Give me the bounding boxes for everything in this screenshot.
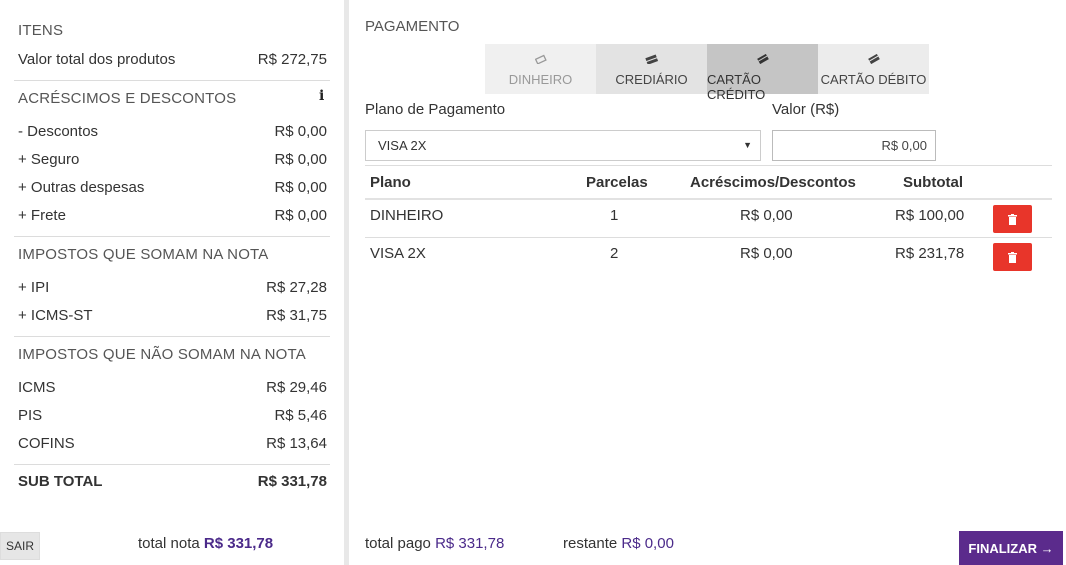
row-label: PIS bbox=[18, 407, 43, 424]
row-value: R$ 5,46 bbox=[274, 407, 327, 424]
cash-stack-icon bbox=[644, 54, 659, 68]
row-label: + Frete bbox=[18, 207, 66, 224]
pis-row: PIS R$ 5,46 bbox=[18, 407, 327, 424]
payment-tabs: DINHEIRO CREDIÁRIO CARTÃO CRÉDITO CARTÃO… bbox=[485, 44, 929, 102]
row-label: + Seguro bbox=[18, 151, 80, 168]
row-value: R$ 29,46 bbox=[266, 379, 327, 396]
tab-cartao-debito[interactable]: CARTÃO DÉBITO bbox=[818, 44, 929, 94]
tab-label: CREDIÁRIO bbox=[615, 72, 688, 87]
header-parcelas: Parcelas bbox=[586, 174, 648, 191]
plano-label: Plano de Pagamento bbox=[365, 101, 506, 118]
seguro-row: + Seguro R$ 0,00 bbox=[18, 151, 327, 168]
tab-label: DINHEIRO bbox=[508, 72, 573, 87]
tab-dinheiro[interactable]: DINHEIRO bbox=[485, 44, 596, 94]
debit-card-icon bbox=[867, 53, 880, 68]
pagamento-title: PAGAMENTO bbox=[365, 18, 460, 35]
trash-icon bbox=[1008, 251, 1017, 263]
row-value: R$ 0,00 bbox=[274, 207, 327, 224]
row-label: COFINS bbox=[18, 435, 75, 452]
tab-label: CARTÃO DÉBITO bbox=[820, 72, 927, 87]
icms-row: ICMS R$ 29,46 bbox=[18, 379, 327, 396]
delete-button[interactable] bbox=[993, 243, 1032, 271]
divider bbox=[14, 236, 330, 237]
restante-value: R$ 0,00 bbox=[621, 535, 674, 552]
row-value: R$ 27,28 bbox=[266, 279, 327, 296]
row-label: + Outras despesas bbox=[18, 179, 145, 196]
row-acrescimos: R$ 0,00 bbox=[740, 245, 793, 262]
row-label: + IPI bbox=[18, 279, 50, 296]
caret-down-icon: ▼ bbox=[743, 140, 752, 150]
restante-label: restante bbox=[563, 535, 618, 552]
divider bbox=[14, 80, 330, 81]
sub-total-label: SUB TOTAL bbox=[18, 473, 103, 490]
divider bbox=[14, 464, 330, 465]
descontos-row: - Descontos R$ 0,00 bbox=[18, 123, 327, 140]
valor-total-value: R$ 272,75 bbox=[257, 51, 327, 68]
sub-total-row: SUB TOTAL R$ 331,78 bbox=[18, 473, 327, 490]
restante: restante R$ 0,00 bbox=[563, 535, 674, 552]
row-label: ICMS bbox=[18, 379, 56, 396]
outras-despesas-row: + Outras despesas R$ 0,00 bbox=[18, 179, 327, 196]
table-top-border bbox=[365, 165, 1052, 166]
row-value: R$ 31,75 bbox=[266, 307, 327, 324]
tab-label: CARTÃO CRÉDITO bbox=[707, 72, 766, 102]
row-parcelas: 1 bbox=[610, 207, 619, 224]
sair-button[interactable]: SAIR bbox=[0, 532, 40, 560]
total-pago-label: total pago bbox=[365, 535, 431, 552]
icms-st-row: + ICMS-ST R$ 31,75 bbox=[18, 307, 327, 324]
valor-input[interactable]: R$ 0,00 bbox=[772, 130, 936, 161]
row-subtotal: R$ 231,78 bbox=[895, 245, 965, 262]
frete-row: + Frete R$ 0,00 bbox=[18, 207, 327, 224]
ipi-row: + IPI R$ 27,28 bbox=[18, 279, 327, 296]
valor-total-label: Valor total dos produtos bbox=[18, 51, 176, 68]
valor-label: Valor (R$) bbox=[772, 101, 840, 118]
total-nota: total nota R$ 331,78 bbox=[138, 535, 273, 552]
trash-icon bbox=[1008, 213, 1017, 225]
row-label: - Descontos bbox=[18, 123, 99, 140]
divider bbox=[14, 336, 330, 337]
panel-divider bbox=[344, 0, 349, 565]
total-pago: total pago R$ 331,78 bbox=[365, 535, 504, 552]
cofins-row: COFINS R$ 13,64 bbox=[18, 435, 327, 452]
summary-panel: ITENS Valor total dos produtos R$ 272,75… bbox=[0, 0, 344, 565]
row-plano: VISA 2X bbox=[370, 245, 426, 262]
header-plano: Plano bbox=[370, 174, 411, 191]
row-value: R$ 0,00 bbox=[274, 179, 327, 196]
finalizar-button[interactable]: FINALIZAR → bbox=[959, 531, 1063, 565]
total-nota-label: total nota bbox=[138, 535, 200, 552]
header-acrescimos: Acréscimos/Descontos bbox=[690, 174, 856, 191]
row-divider bbox=[365, 237, 1052, 238]
row-value: R$ 0,00 bbox=[274, 151, 327, 168]
row-subtotal: R$ 100,00 bbox=[895, 207, 965, 224]
impostos-somam-title: IMPOSTOS QUE SOMAM NA NOTA bbox=[18, 246, 269, 263]
plano-select-value: VISA 2X bbox=[378, 138, 427, 153]
header-subtotal: Subtotal bbox=[903, 174, 963, 191]
row-parcelas: 2 bbox=[610, 245, 619, 262]
table-header-border bbox=[365, 198, 1052, 200]
itens-title: ITENS bbox=[18, 22, 64, 39]
row-value: R$ 13,64 bbox=[266, 435, 327, 452]
info-icon[interactable]: i bbox=[319, 88, 324, 104]
tab-cartao-credito[interactable]: CARTÃO CRÉDITO bbox=[707, 44, 818, 102]
sub-total-value: R$ 331,78 bbox=[257, 473, 327, 490]
impostos-nao-somam-title: IMPOSTOS QUE NÃO SOMAM NA NOTA bbox=[18, 346, 306, 363]
valor-total-row: Valor total dos produtos R$ 272,75 bbox=[18, 51, 327, 68]
credit-card-icon bbox=[756, 53, 769, 68]
row-plano: DINHEIRO bbox=[370, 207, 444, 224]
row-label: + ICMS-ST bbox=[18, 307, 93, 324]
tab-crediario[interactable]: CREDIÁRIO bbox=[596, 44, 707, 94]
row-value: R$ 0,00 bbox=[274, 123, 327, 140]
plano-select[interactable]: VISA 2X ▼ bbox=[365, 130, 761, 161]
delete-button[interactable] bbox=[993, 205, 1032, 233]
money-icon bbox=[534, 54, 547, 68]
total-pago-value: R$ 331,78 bbox=[435, 535, 505, 552]
total-nota-value: R$ 331,78 bbox=[203, 535, 274, 552]
acrescimos-title: ACRÉSCIMOS E DESCONTOS bbox=[18, 90, 237, 107]
row-acrescimos: R$ 0,00 bbox=[740, 207, 793, 224]
